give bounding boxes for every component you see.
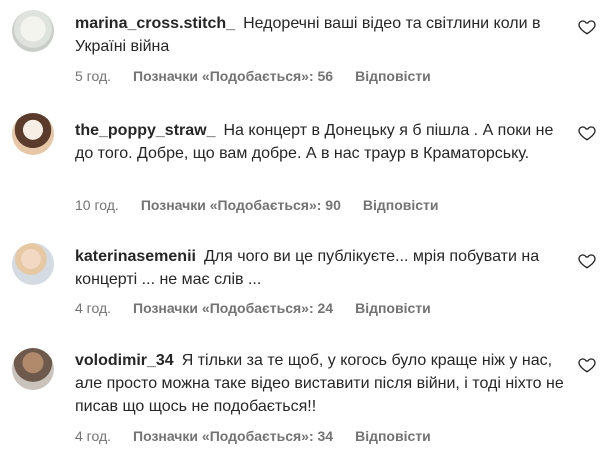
comment-username[interactable]: marina_cross.stitch_	[75, 15, 235, 32]
comment-likes[interactable]: Позначки «Подобається»: 90	[141, 197, 341, 213]
reply-button[interactable]: Відповісти	[355, 68, 431, 84]
reply-button[interactable]: Відповісти	[363, 197, 439, 213]
comment-meta: 5 год. Позначки «Подобається»: 56 Відповіс…	[75, 68, 453, 84]
comment-meta: 10 год. Позначки «Подобається»: 90 Відпові…	[75, 197, 461, 213]
comment-time[interactable]: 5 год.	[75, 68, 111, 84]
avatar[interactable]	[12, 348, 54, 390]
comment-time[interactable]: 10 год.	[75, 197, 119, 213]
avatar[interactable]	[12, 243, 54, 285]
avatar[interactable]	[12, 113, 54, 155]
avatar[interactable]	[12, 10, 54, 52]
comment-username[interactable]: the_poppy_straw_	[75, 122, 215, 139]
comment-body: marina_cross.stitch_ Недоречні ваші відео…	[75, 12, 575, 58]
heart-outline-icon[interactable]	[578, 356, 596, 374]
comment-likes[interactable]: Позначки «Подобається»: 34	[133, 428, 333, 444]
heart-outline-icon[interactable]	[578, 18, 596, 36]
comment-time[interactable]: 4 год.	[75, 428, 111, 444]
comment-username[interactable]: volodimir_34	[75, 352, 174, 369]
comment-meta: 4 год. Позначки «Подобається»: 34 Відповіс…	[75, 428, 453, 444]
comment-body: katerinasemenii Для чого ви це публікуєте…	[75, 245, 575, 291]
heart-outline-icon[interactable]	[578, 124, 596, 142]
reply-button[interactable]: Відповісти	[355, 300, 431, 316]
comment-username[interactable]: katerinasemenii	[75, 248, 196, 265]
reply-button[interactable]: Відповісти	[355, 428, 431, 444]
comment-likes[interactable]: Позначки «Подобається»: 24	[133, 300, 333, 316]
heart-outline-icon[interactable]	[578, 252, 596, 270]
comment-time[interactable]: 4 год.	[75, 300, 111, 316]
comment-likes[interactable]: Позначки «Подобається»: 56	[133, 68, 333, 84]
comment-meta: 4 год. Позначки «Подобається»: 24 Відповіс…	[75, 300, 453, 316]
comment-body: the_poppy_straw_ На концерт в Донецьку я …	[75, 119, 575, 165]
comment-body: volodimir_34 Я тільки за те щоб, у когось…	[75, 349, 575, 418]
